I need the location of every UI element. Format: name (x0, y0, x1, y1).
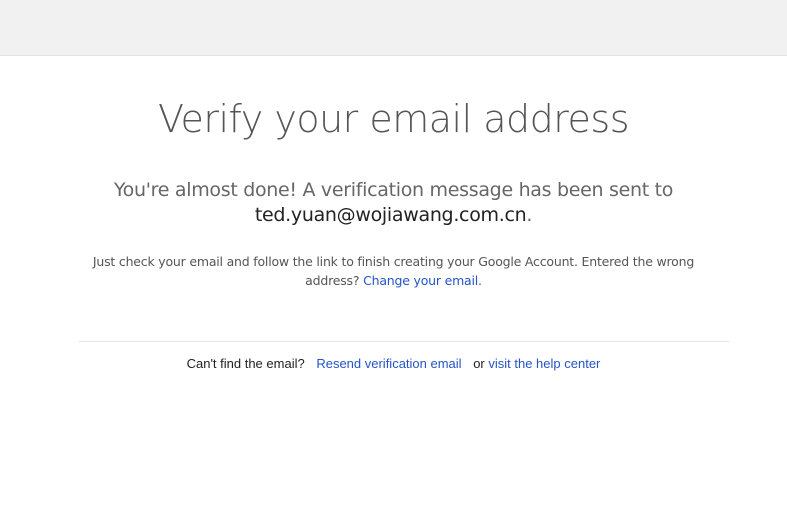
sent-message: You're almost done! A verification messa… (113, 179, 674, 201)
email-period: . (526, 204, 533, 226)
footer: Can't find the email? Resend verificatio… (0, 355, 787, 373)
email-address-line: ted.yuan@wojiawang.com.cn. (0, 202, 787, 228)
change-email-link[interactable]: Change your email. (363, 273, 482, 288)
or-text: or (473, 356, 485, 371)
email-address: ted.yuan@wojiawang.com.cn (254, 204, 527, 226)
page-title: Verify your email address (157, 97, 630, 141)
resend-verification-link[interactable]: Resend verification email (316, 356, 461, 371)
help-center-link[interactable]: visit the help center (488, 356, 600, 371)
main-content: Verify your email address You're almost … (0, 56, 787, 290)
top-bar (0, 0, 787, 56)
instructions: Just check your email and follow the lin… (89, 252, 699, 290)
cant-find-text: Can't find the email? (186, 356, 305, 371)
divider (79, 341, 729, 342)
